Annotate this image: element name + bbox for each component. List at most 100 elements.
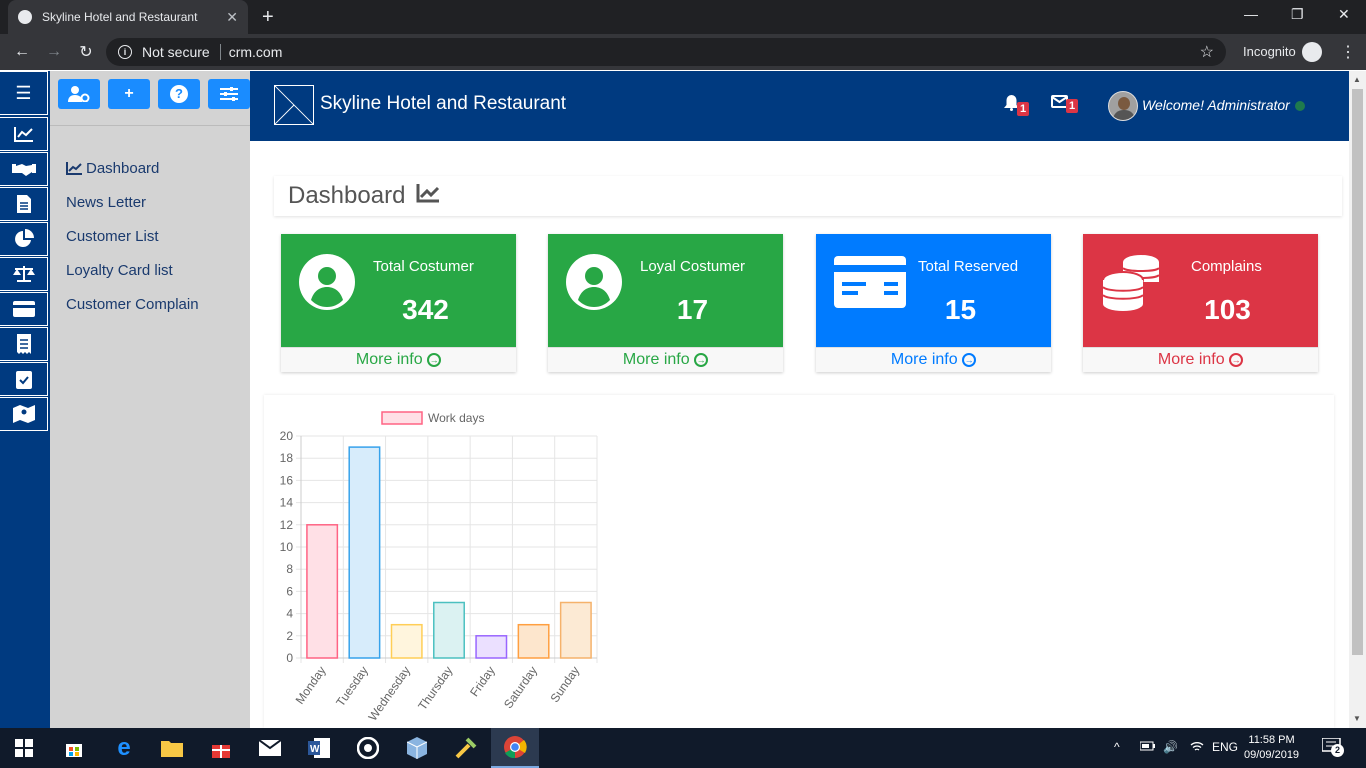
browser-tab[interactable]: Skyline Hotel and Restaurant ✕ bbox=[8, 0, 248, 34]
windows-start-icon[interactable] bbox=[0, 728, 48, 768]
edge-icon[interactable]: e bbox=[100, 728, 148, 768]
add-button[interactable]: + bbox=[108, 79, 150, 109]
kebab-menu-icon[interactable]: ⋮ bbox=[1340, 42, 1356, 62]
y-tick-label: 16 bbox=[280, 473, 294, 487]
reload-icon[interactable]: ↻ bbox=[70, 42, 102, 62]
y-tick-label: 4 bbox=[286, 607, 293, 621]
info-icon[interactable]: i bbox=[118, 45, 132, 59]
scroll-up-arrow-icon[interactable]: ▲ bbox=[1353, 75, 1361, 84]
close-window-icon[interactable]: ✕ bbox=[1338, 6, 1350, 23]
more-info-label: More info bbox=[890, 351, 958, 368]
url-text[interactable]: crm.com bbox=[229, 44, 283, 60]
sidebar-item-newsletter[interactable]: News Letter bbox=[66, 185, 199, 219]
tab-close-button[interactable]: ✕ bbox=[226, 9, 238, 26]
more-info-link[interactable]: More info → bbox=[1083, 347, 1318, 372]
tools-icon[interactable] bbox=[442, 728, 490, 768]
credit-card-icon[interactable] bbox=[0, 292, 48, 326]
clock[interactable]: 11:58 PM 09/09/2019 bbox=[1244, 733, 1299, 763]
user-settings-icon bbox=[68, 86, 90, 102]
arrow-circle-right-icon: → bbox=[427, 352, 442, 367]
scroll-down-arrow-icon[interactable]: ▼ bbox=[1353, 714, 1361, 723]
help-icon: ? bbox=[170, 85, 188, 103]
main-content: Dashboard Total Costumer 342 More info →… bbox=[250, 141, 1349, 728]
hamburger-icon[interactable]: ☰ bbox=[0, 71, 48, 115]
tab-title: Skyline Hotel and Restaurant bbox=[42, 10, 198, 24]
scrollbar-thumb[interactable] bbox=[1352, 89, 1363, 655]
brand-name[interactable]: Skyline Hotel and Restaurant bbox=[320, 93, 566, 115]
card-label: Complains bbox=[1191, 258, 1262, 275]
y-tick-label: 10 bbox=[280, 540, 294, 554]
filters-button[interactable] bbox=[208, 79, 250, 109]
avatar[interactable] bbox=[1108, 91, 1138, 121]
file-explorer-icon[interactable] bbox=[148, 728, 196, 768]
card-label: Total Reserved bbox=[918, 258, 1019, 275]
sidebar-item-label: Dashboard bbox=[86, 159, 160, 177]
logo[interactable] bbox=[274, 85, 314, 125]
3d-box-icon[interactable] bbox=[393, 728, 441, 768]
sidebar-item-dashboard[interactable]: Dashboard bbox=[66, 151, 199, 185]
minimize-icon[interactable]: — bbox=[1244, 6, 1258, 22]
more-info-link[interactable]: More info → bbox=[816, 347, 1051, 372]
more-info-label: More info bbox=[622, 351, 690, 368]
media-player-icon[interactable] bbox=[344, 728, 392, 768]
sidebar-item-label: Customer Complain bbox=[66, 295, 199, 313]
receipt-icon[interactable] bbox=[0, 327, 48, 361]
help-button[interactable]: ? bbox=[158, 79, 200, 109]
x-tick-label: Monday bbox=[293, 664, 329, 707]
arrow-circle-right-icon: → bbox=[1229, 352, 1244, 367]
welcome-text[interactable]: Welcome! Administrator bbox=[1142, 97, 1290, 113]
restore-icon[interactable]: ❐ bbox=[1291, 6, 1304, 23]
x-tick-label: Friday bbox=[467, 664, 498, 699]
card-body: Total Costumer 342 bbox=[281, 234, 516, 347]
work-days-chart-panel: 0 2 4 6 8 10 12 14 16 18 20 Monday Tuesday Wednesday T… bbox=[264, 395, 1334, 728]
chevron-up-icon[interactable]: ^ bbox=[1114, 740, 1120, 754]
volume-icon[interactable]: 🔊 bbox=[1163, 740, 1178, 754]
stat-card-loyal-customer: Loyal Costumer 17 More info → bbox=[548, 234, 783, 372]
word-icon[interactable]: W bbox=[295, 728, 343, 768]
map-icon[interactable] bbox=[0, 397, 48, 431]
mail-icon[interactable] bbox=[246, 728, 294, 768]
y-tick-label: 14 bbox=[280, 496, 294, 510]
action-center-icon[interactable]: 2 bbox=[1321, 737, 1344, 759]
pie-chart-icon[interactable] bbox=[0, 222, 48, 256]
card-value: 103 bbox=[1204, 294, 1251, 325]
language-indicator[interactable]: ENG bbox=[1212, 740, 1238, 754]
new-tab-button[interactable]: + bbox=[262, 6, 274, 29]
bookmark-star-icon[interactable]: ☆ bbox=[1200, 42, 1214, 62]
chart-bar bbox=[517, 623, 550, 659]
incognito-label: Incognito bbox=[1243, 44, 1296, 59]
messages-button[interactable]: 1 bbox=[1051, 95, 1079, 113]
wifi-icon[interactable] bbox=[1190, 740, 1204, 755]
logo-icon bbox=[274, 85, 314, 125]
clipboard-check-icon[interactable] bbox=[0, 362, 48, 396]
sidebar-item-label: Customer List bbox=[66, 227, 159, 245]
chart-bar bbox=[433, 601, 465, 659]
sidebar-item-customer-list[interactable]: Customer List bbox=[66, 219, 199, 253]
sidebar-item-customer-complain[interactable]: Customer Complain bbox=[66, 287, 199, 321]
card-body: Total Reserved 15 bbox=[816, 234, 1051, 347]
sidebar-item-loyalty-card-list[interactable]: Loyalty Card list bbox=[66, 253, 199, 287]
notifications-button[interactable]: 1 bbox=[1004, 95, 1030, 116]
gift-icon[interactable] bbox=[197, 728, 245, 768]
more-info-link[interactable]: More info → bbox=[281, 347, 516, 372]
stat-card-total-reserved: Total Reserved 15 More info → bbox=[816, 234, 1051, 372]
chrome-icon[interactable] bbox=[491, 728, 539, 768]
page-scrollbar[interactable]: ▲ ▼ bbox=[1349, 71, 1366, 728]
icon-rail: ☰ bbox=[0, 71, 50, 728]
document-icon[interactable] bbox=[0, 187, 48, 221]
more-info-link[interactable]: More info → bbox=[548, 347, 783, 372]
handshake-icon[interactable] bbox=[0, 152, 48, 186]
x-tick-label: Saturday bbox=[501, 664, 540, 711]
chart-bar bbox=[306, 524, 339, 659]
user-settings-button[interactable] bbox=[58, 79, 100, 109]
card-value: 15 bbox=[944, 294, 977, 325]
forward-arrow-icon[interactable]: → bbox=[38, 43, 70, 61]
battery-icon[interactable] bbox=[1139, 740, 1156, 754]
address-bar[interactable]: i Not secure crm.com ☆ bbox=[106, 38, 1226, 66]
chart-line-icon[interactable] bbox=[0, 117, 48, 151]
balance-scale-icon[interactable] bbox=[0, 257, 48, 291]
back-arrow-icon[interactable]: ← bbox=[6, 43, 38, 61]
store-icon[interactable] bbox=[50, 728, 98, 768]
incognito-icon[interactable] bbox=[1302, 42, 1322, 62]
sliders-icon bbox=[220, 87, 238, 101]
